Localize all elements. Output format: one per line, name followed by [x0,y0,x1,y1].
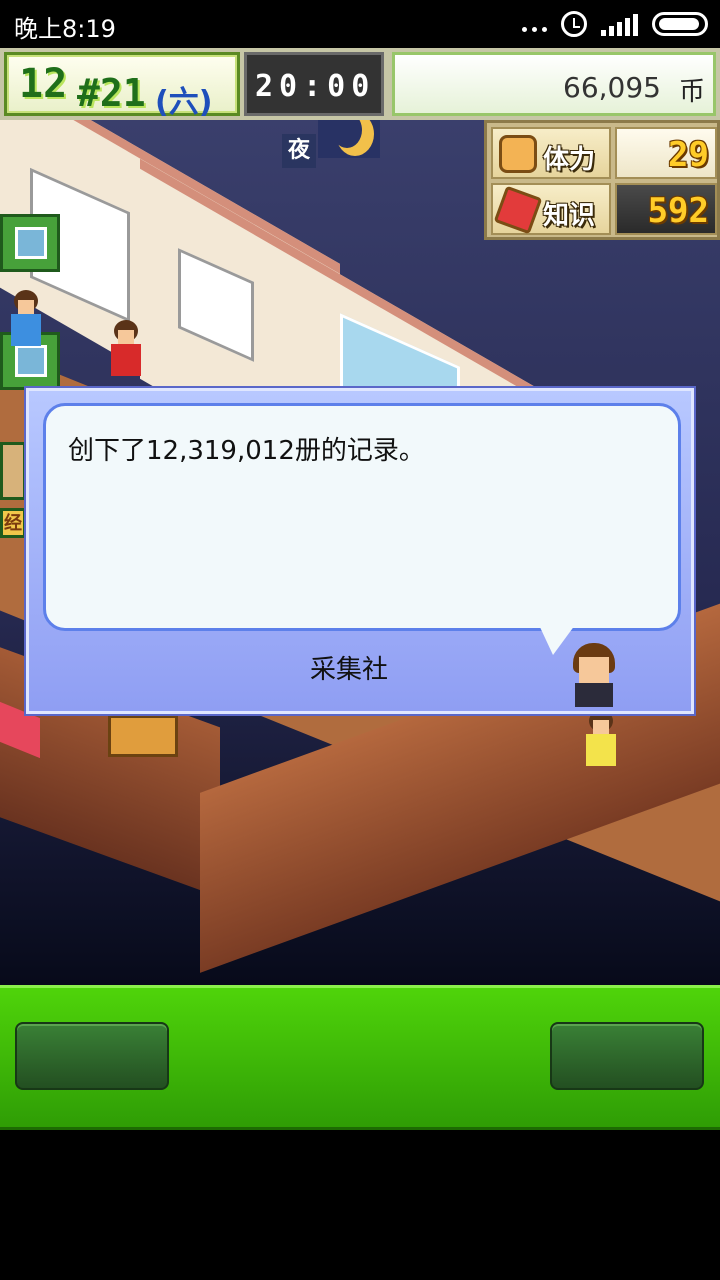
night-indicator: 夜 [282,134,316,168]
edit-menu-button[interactable] [0,214,60,272]
management-menu-button[interactable]: 经 [0,508,26,538]
pencil-icon [15,227,47,259]
alarm-icon [561,11,587,37]
stamina-value: 29 [668,135,709,175]
stats-panel: 体力 29 知识 592 [484,120,720,240]
knowledge-value: 592 [647,191,709,231]
date-panel: 12 #21 (六) [4,52,240,120]
date-month: 12 [19,61,68,107]
clock-time: 20:00 [255,69,376,104]
right-action-button[interactable] [550,1022,704,1090]
money-amount: 66,095 [563,71,661,104]
office-desk [108,715,178,757]
message-dialog[interactable]: 创下了12,319,012册的记录。 采集社 [26,388,694,714]
staff-character[interactable] [8,290,42,348]
date-day: #21 [77,71,146,115]
bottom-action-bar [0,985,720,1130]
money-unit: 币 [678,77,705,107]
camera-icon [15,345,47,377]
stamina-label: 体力 [543,145,596,175]
staff-character[interactable] [583,710,617,768]
dialog-message: 创下了12,319,012册的记录。 [68,436,425,466]
arm-muscle-icon [499,135,537,173]
clock-display: 20:00 [244,52,384,116]
more-dots-icon [522,10,547,38]
staff-character[interactable] [108,320,142,378]
eraser-icon [493,185,543,235]
money-panel: 66,095 币 [392,52,716,116]
knowledge-label: 知识 [543,201,596,231]
moon-icon [318,120,380,158]
speech-bubble: 创下了12,319,012册的记录。 [43,403,681,631]
left-action-button[interactable] [15,1022,169,1090]
status-bar: 晚上8:19 [0,0,720,48]
briefcase-menu-button[interactable] [0,442,26,500]
game-hud: 12 #21 (六) 20:00 66,095 币 [0,48,720,120]
stamina-stat: 体力 29 [491,127,717,179]
date-weekday: (六) [155,85,213,120]
battery-icon [652,12,708,36]
status-time: 晚上8:19 [14,15,116,43]
status-icons [522,10,708,38]
signal-icon [601,12,638,36]
speaker-portrait [569,643,619,707]
knowledge-stat: 知识 592 [491,183,717,235]
